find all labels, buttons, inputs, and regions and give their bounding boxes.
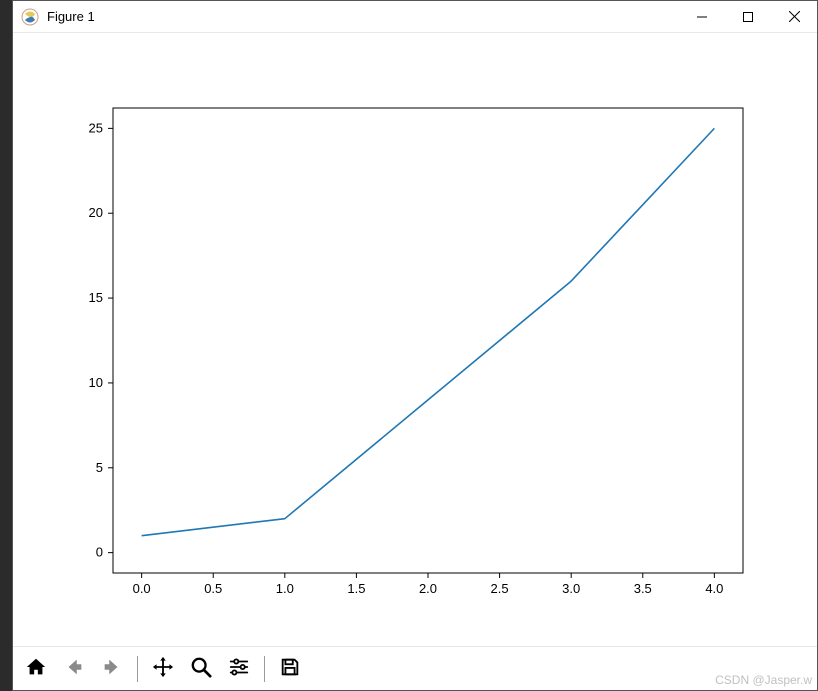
y-tick-label: 10 [89,375,103,390]
app-icon [21,8,39,26]
x-tick-label: 2.0 [419,581,437,596]
maximize-button[interactable] [725,1,771,32]
y-tick-label: 20 [89,205,103,220]
y-tick-label: 5 [96,460,103,475]
save-icon [279,656,301,681]
plot-svg: 0.0 0.5 1.0 1.5 2.0 2.5 3.0 3.5 4.0 0 5 10 15 20 25 [13,33,817,646]
configure-button[interactable] [222,652,256,686]
axes-box [113,108,743,573]
save-button[interactable] [273,652,307,686]
figure-window: Figure 1 0.0 0.5 1.0 1.5 2.0 2.5 3.0 3.5 4.0 0 5 10… [12,0,818,691]
y-tick-label: 15 [89,290,103,305]
matplotlib-toolbar [13,646,817,690]
home-button[interactable] [19,652,53,686]
back-button[interactable] [57,652,91,686]
pan-button[interactable] [146,652,180,686]
sliders-icon [228,656,250,681]
close-button[interactable] [771,1,817,32]
x-tick-label: 0.5 [204,581,222,596]
toolbar-separator [137,656,138,682]
y-tick-label: 0 [96,545,103,560]
zoom-button[interactable] [184,652,218,686]
zoom-icon [190,656,212,681]
minimize-button[interactable] [679,1,725,32]
figure-canvas[interactable]: 0.0 0.5 1.0 1.5 2.0 2.5 3.0 3.5 4.0 0 5 10 15 20 25 [13,33,817,646]
background-sliver [0,0,12,691]
x-tick-label: 3.5 [634,581,652,596]
window-controls [679,1,817,32]
y-tick-label: 25 [89,120,103,135]
x-tick-label: 0.0 [133,581,151,596]
x-tick-label: 1.0 [276,581,294,596]
x-tick-label: 4.0 [705,581,723,596]
toolbar-separator [264,656,265,682]
window-title: Figure 1 [47,9,679,24]
arrow-left-icon [63,656,85,681]
titlebar[interactable]: Figure 1 [13,1,817,33]
x-tick-label: 2.5 [491,581,509,596]
x-tick-label: 1.5 [347,581,365,596]
forward-button[interactable] [95,652,129,686]
arrow-right-icon [101,656,123,681]
home-icon [25,656,47,681]
line-series [142,128,715,535]
x-tick-label: 3.0 [562,581,580,596]
move-icon [152,656,174,681]
